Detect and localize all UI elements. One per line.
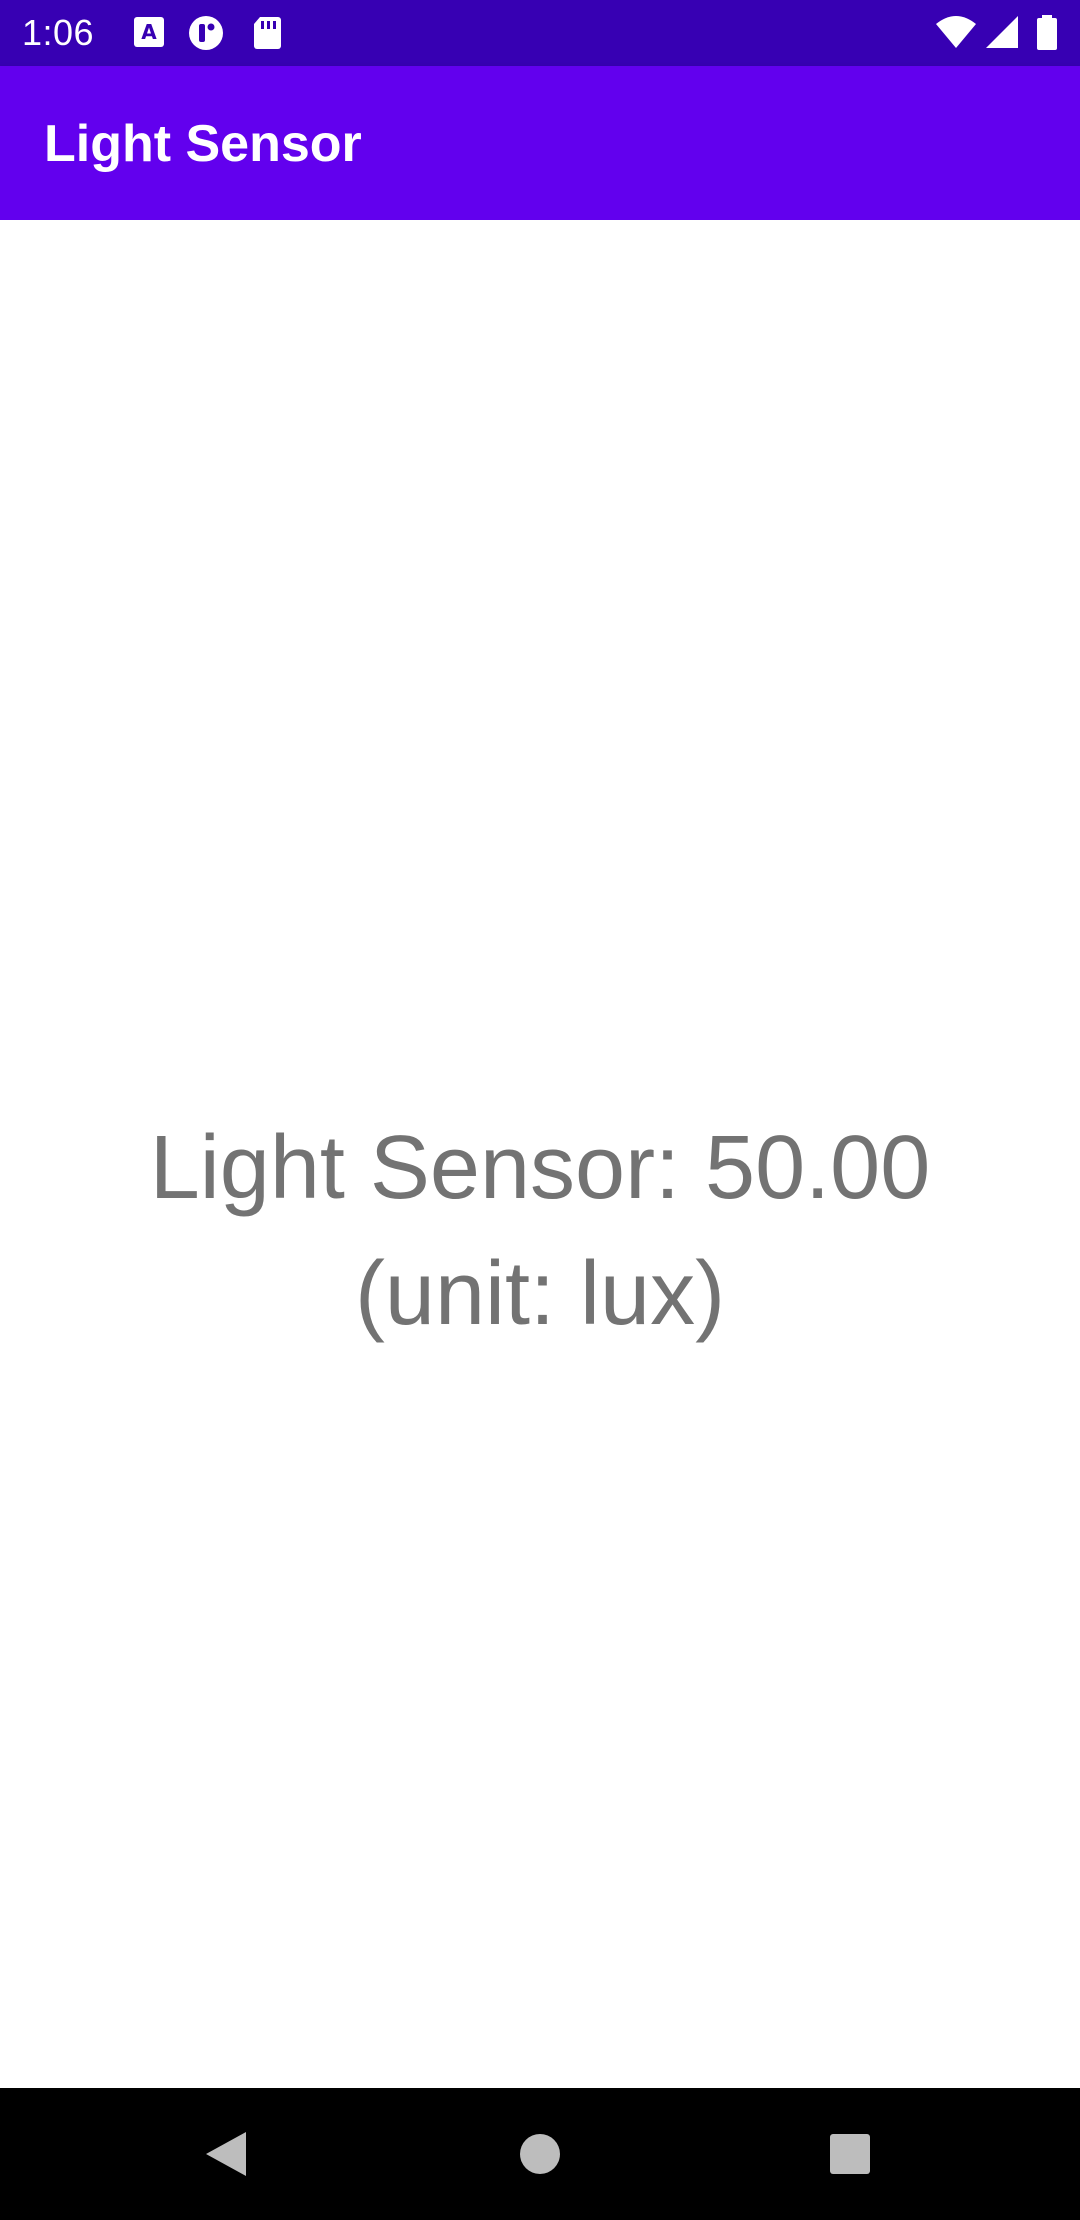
sd-card-icon	[248, 14, 288, 52]
sensor-unit-line: (unit: lux)	[354, 1244, 726, 1344]
a-notification-icon: A	[130, 14, 170, 52]
recents-icon[interactable]	[820, 2126, 880, 2182]
app-title: Light Sensor	[44, 115, 362, 173]
svg-text:A: A	[141, 20, 157, 44]
back-icon[interactable]	[196, 2126, 256, 2182]
screen: 1:06 A Light Sensor Light Sensor: 50.00 …	[0, 0, 1080, 2220]
status-bar: 1:06 A	[0, 0, 1080, 66]
wifi-icon	[934, 14, 978, 52]
signal-icon	[982, 14, 1022, 52]
app-bar: Light Sensor	[0, 66, 1080, 220]
main-content: Light Sensor: 50.00 (unit: lux)	[0, 220, 1080, 2088]
sensor-reading: Light Sensor: 50.00 (unit: lux)	[40, 1105, 1040, 1357]
navigation-bar	[0, 2088, 1080, 2220]
home-icon[interactable]	[510, 2126, 570, 2182]
circle-notification-icon	[186, 14, 226, 52]
battery-icon	[1030, 14, 1064, 52]
status-time: 1:06	[22, 12, 95, 53]
sensor-value-line: Light Sensor: 50.00	[149, 1118, 931, 1218]
